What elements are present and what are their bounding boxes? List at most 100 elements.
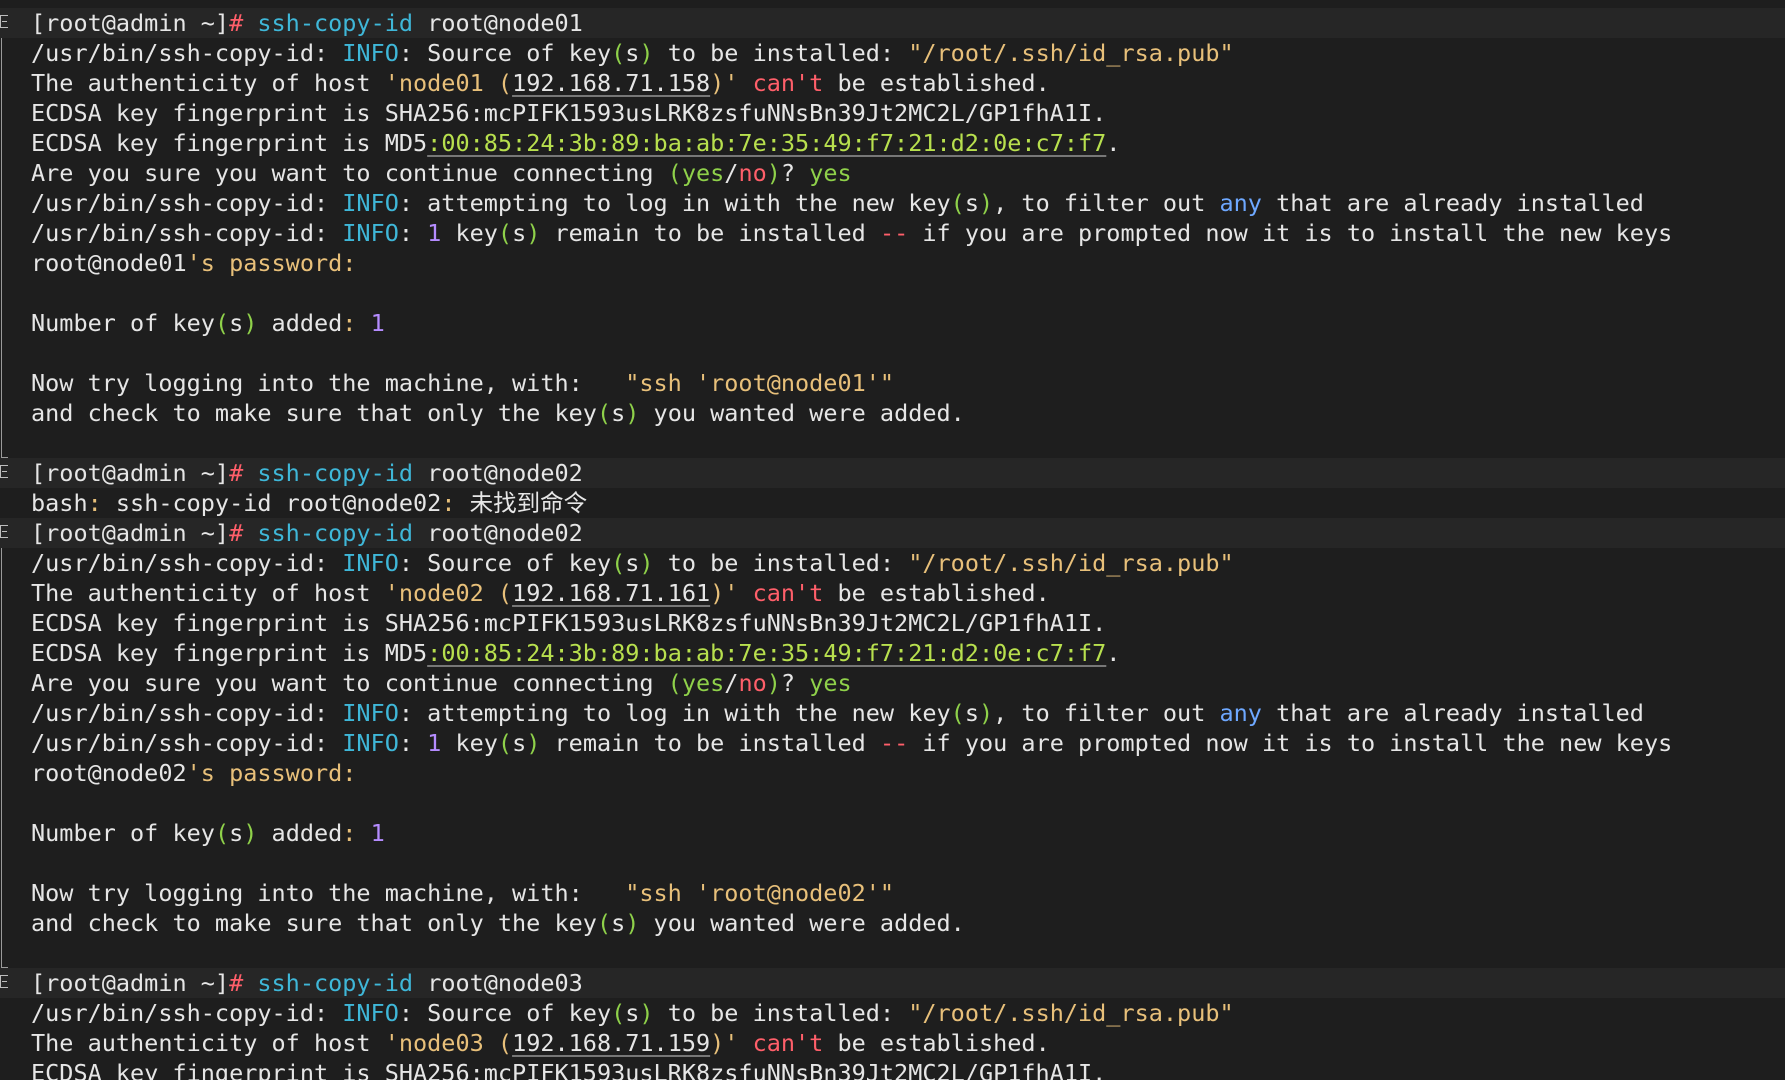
text-segment: be established.	[823, 69, 1050, 97]
paren: (	[497, 219, 513, 247]
tool-path: /usr/bin/ssh-copy-id	[31, 999, 314, 1027]
md5-fingerprint: :00:85:24:3b:89:ba:ab:7e:35:49:f7:21:d2:…	[427, 639, 1107, 667]
text-segment: if you are prompted now it is to install…	[908, 219, 1673, 247]
host-name: 'node03	[384, 1029, 498, 1057]
fold-toggle-icon[interactable]	[0, 525, 8, 538]
output-line: Are you sure you want to continue connec…	[0, 668, 1785, 698]
terminal-output: [root@admin ~]# ssh-copy-id root@node01/…	[0, 8, 1785, 1080]
tool-path: /usr/bin/ssh-copy-id	[31, 219, 314, 247]
text-segment: attempting to log in with the new key	[413, 189, 951, 217]
user-answer: yes	[809, 669, 852, 697]
password-prompt: 's password:	[186, 249, 357, 277]
text-segment: yes	[681, 159, 725, 187]
text-segment: any	[1219, 699, 1262, 727]
paren: (	[667, 159, 682, 187]
sha256-fingerprint: SHA256:mcPIFK1593usLRK8zsfuNNsBn39Jt2MC2…	[384, 609, 1107, 637]
prompt-line: [root@admin ~]# ssh-copy-id root@node02	[0, 458, 1785, 488]
text-segment: can't	[752, 1029, 824, 1057]
text-segment: can't	[752, 579, 824, 607]
output-line: ECDSA key fingerprint is MD5:00:85:24:3b…	[0, 128, 1785, 158]
text-segment: no	[738, 159, 767, 187]
colon: :	[313, 189, 343, 217]
output-line: Number of key(s) added: 1	[0, 308, 1785, 338]
output-line: /usr/bin/ssh-copy-id: INFO: Source of ke…	[0, 38, 1785, 68]
paren: (	[214, 309, 230, 337]
text-segment: key	[441, 729, 498, 757]
info-tag: INFO	[342, 549, 399, 577]
text-segment: Source of key	[413, 549, 612, 577]
colon: :	[342, 819, 371, 847]
text-segment: /	[724, 669, 739, 697]
prompt-line: [root@admin ~]# ssh-copy-id root@node02	[0, 518, 1785, 548]
output-line: /usr/bin/ssh-copy-id: INFO: attempting t…	[0, 188, 1785, 218]
host-ip: 192.168.71.161	[512, 579, 711, 607]
paren: )	[243, 309, 258, 337]
text-segment: can't	[752, 69, 824, 97]
paren: )	[639, 999, 654, 1027]
error-prefix: bash	[31, 489, 88, 517]
output-line: Are you sure you want to continue connec…	[0, 158, 1785, 188]
key-count: 1	[427, 219, 442, 247]
output-line: /usr/bin/ssh-copy-id: INFO: 1 key(s) rem…	[0, 218, 1785, 248]
text-segment: , to filter out	[993, 189, 1220, 217]
output-line: Now try logging into the machine, with: …	[0, 368, 1785, 398]
output-line: root@node01's password:	[0, 248, 1785, 278]
fold-toggle-icon[interactable]	[0, 975, 8, 988]
text-segment: The authenticity of host	[31, 69, 385, 97]
paren: )	[526, 729, 541, 757]
text-segment: remain to be installed	[540, 729, 880, 757]
terminal-window[interactable]: [root@admin ~]# ssh-copy-id root@node01/…	[0, 0, 1785, 1080]
md5-label: MD5	[384, 129, 428, 157]
prompt-hash: #	[229, 9, 244, 37]
paren: )	[526, 219, 541, 247]
paren: )	[978, 189, 994, 217]
text-segment: ECDSA key fingerprint is	[31, 129, 385, 157]
text-segment: Now try logging into the machine, with:	[31, 879, 626, 907]
paren: )	[243, 819, 258, 847]
command-arg: root@node02	[427, 519, 583, 547]
paren: (	[611, 39, 626, 67]
paren: )	[978, 699, 994, 727]
colon: :	[398, 999, 414, 1027]
output-line: ECDSA key fingerprint is SHA256:mcPIFK15…	[0, 608, 1785, 638]
host-name: 'node02	[384, 579, 498, 607]
output-line: /usr/bin/ssh-copy-id: INFO: Source of ke…	[0, 998, 1785, 1028]
prompt-line: [root@admin ~]# ssh-copy-id root@node03	[0, 968, 1785, 998]
text-segment: s	[625, 39, 640, 67]
added-count: 1	[370, 309, 385, 337]
command-arg: root@node01	[427, 9, 583, 37]
prompt-hash: #	[229, 459, 244, 487]
fold-toggle-icon[interactable]	[0, 15, 8, 28]
output-line: /usr/bin/ssh-copy-id: INFO: attempting t…	[0, 698, 1785, 728]
prompt-user-host: [root@admin ~]	[31, 9, 230, 37]
info-tag: INFO	[342, 729, 399, 757]
command-block: [root@admin ~]# ssh-copy-id root@node01/…	[0, 8, 1785, 458]
output-line: Number of key(s) added: 1	[0, 818, 1785, 848]
output-line: The authenticity of host 'node03 (192.16…	[0, 1028, 1785, 1058]
colon: :	[313, 699, 343, 727]
paren: )	[625, 909, 640, 937]
text-segment: no	[738, 669, 767, 697]
paren: (	[497, 579, 513, 607]
sha256-fingerprint: SHA256:mcPIFK1593usLRK8zsfuNNsBn39Jt2MC2…	[384, 99, 1107, 127]
paren: (	[950, 189, 965, 217]
host-ip: 192.168.71.159	[512, 1029, 711, 1057]
prompt-user-host: [root@admin ~]	[31, 459, 230, 487]
colon: :	[398, 699, 414, 727]
text-segment: any	[1219, 189, 1262, 217]
text-segment: if you are prompted now it is to install…	[908, 729, 1673, 757]
text-segment: s	[611, 909, 626, 937]
command-name: ssh-copy-id	[257, 9, 414, 37]
tool-path: /usr/bin/ssh-copy-id	[31, 699, 314, 727]
text-segment: be established.	[823, 1029, 1050, 1057]
colon: :	[879, 549, 909, 577]
text-segment: key	[441, 219, 498, 247]
pubkey-path: "/root/.ssh/id_rsa.pub"	[908, 39, 1234, 67]
fold-toggle-icon[interactable]	[0, 465, 8, 478]
colon: :	[398, 219, 428, 247]
